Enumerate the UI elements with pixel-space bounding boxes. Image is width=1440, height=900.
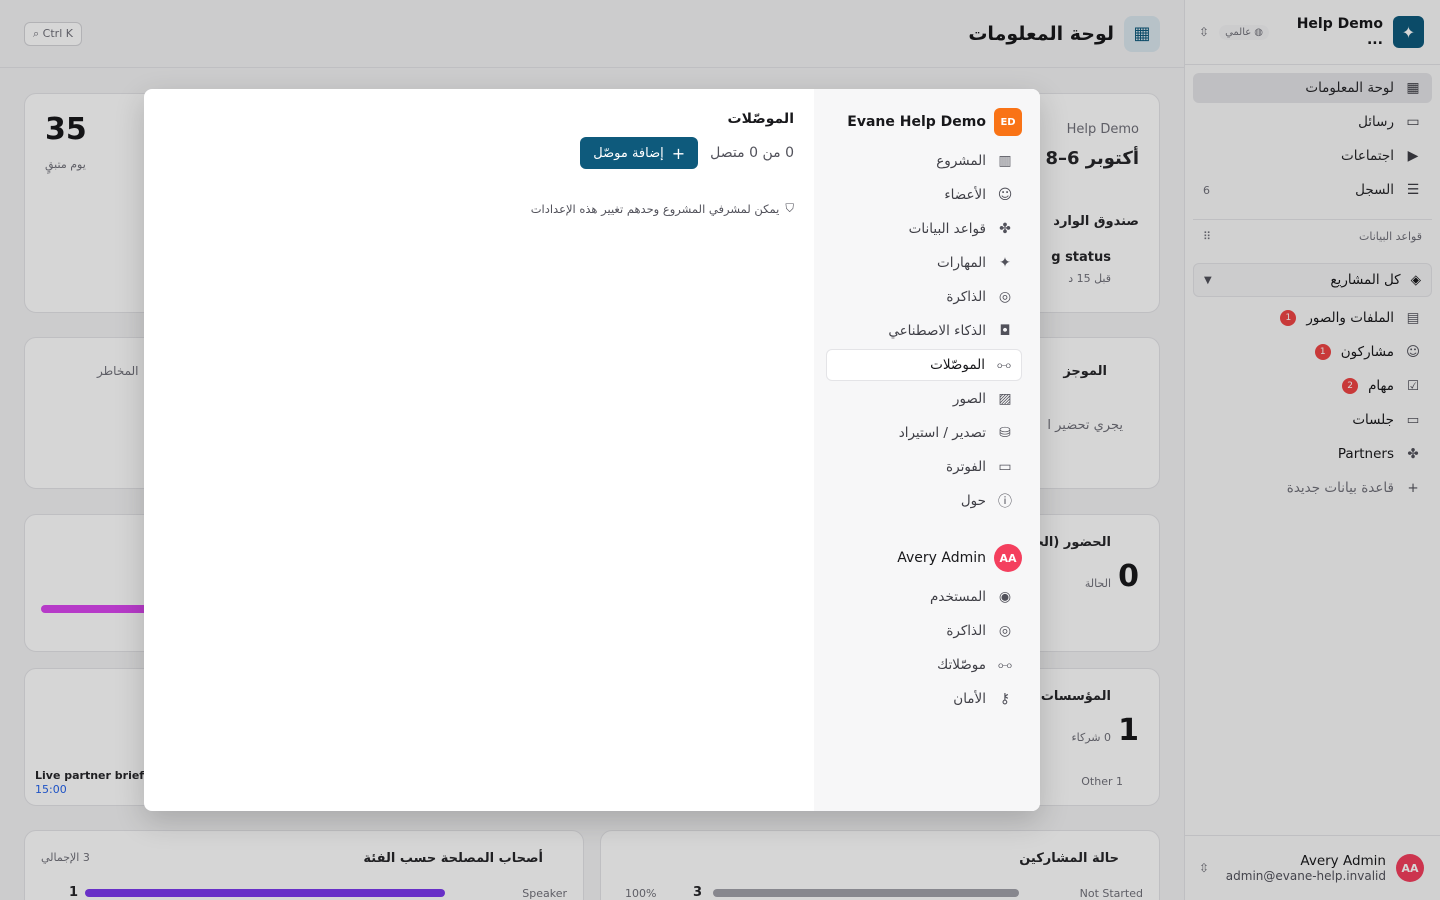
key-icon: ⚷ <box>999 691 1011 707</box>
images-icon: ▨ <box>998 391 1012 407</box>
building-icon: ▥ <box>998 153 1012 169</box>
settings-item-databases[interactable]: ✤ قواعد البيانات <box>826 213 1022 245</box>
bot-icon: ◘ <box>999 323 1011 339</box>
settings-item-members[interactable]: ☺ الأعضاء <box>826 179 1022 211</box>
sparkles-icon: ✦ <box>999 255 1011 271</box>
users-icon: ☺ <box>997 187 1013 203</box>
connectors-panel: الموصّلات 0 من 0 متصل + إضافة موصّل ⛉ يم… <box>144 89 814 811</box>
settings-modal: ED Evane Help Demo ▥ المشروع ☺ الأعضاء ✤ قو… <box>144 89 1040 811</box>
settings-sidebar: ED Evane Help Demo ▥ المشروع ☺ الأعضاء ✤ قو… <box>814 89 1040 811</box>
info-icon: ⓘ <box>998 494 1012 510</box>
settings-item-project[interactable]: ▥ المشروع <box>826 145 1022 177</box>
settings-item-about[interactable]: ⓘ حول <box>826 485 1022 517</box>
settings-user-name: Avery Admin <box>897 550 986 566</box>
settings-item-ai[interactable]: ◘ الذكاء الاصطناعي <box>826 315 1022 347</box>
panel-title: الموصّلات <box>727 111 794 127</box>
settings-user-header: AA Avery Admin <box>826 543 1022 573</box>
settings-item-user[interactable]: ◉ المستخدم <box>826 581 1022 613</box>
project-name: Evane Help Demo <box>847 114 986 130</box>
databases-icon: ✤ <box>999 221 1011 237</box>
connectors-toolbar: 0 من 0 متصل + إضافة موصّل <box>164 137 794 169</box>
settings-item-security[interactable]: ⚷ الأمان <box>826 683 1022 715</box>
connected-count: 0 من 0 متصل <box>710 145 794 161</box>
user-circle-icon: ◉ <box>998 589 1012 605</box>
settings-item-skills[interactable]: ✦ المهارات <box>826 247 1022 279</box>
plus-icon: + <box>671 143 686 163</box>
admin-only-note: ⛉ يمكن لمشرفي المشروع وحدهم تغيير هذه ال… <box>530 201 794 216</box>
settings-item-memory[interactable]: ◎ الذاكرة <box>826 281 1022 313</box>
settings-item-your-connectors[interactable]: ⧟ موصّلاتك <box>826 649 1022 681</box>
credit-card-icon: ▭ <box>998 459 1012 475</box>
settings-item-user-memory[interactable]: ◎ الذاكرة <box>826 615 1022 647</box>
shield-icon: ⛉ <box>785 201 794 215</box>
brain-icon: ◎ <box>998 623 1012 639</box>
settings-item-images[interactable]: ▨ الصور <box>826 383 1022 415</box>
connectors-icon: ⧟ <box>998 657 1012 673</box>
project-avatar: ED <box>994 108 1022 136</box>
settings-item-export-import[interactable]: ⛁ تصدير / استيراد <box>826 417 1022 449</box>
settings-item-billing[interactable]: ▭ الفوترة <box>826 451 1022 483</box>
settings-item-connectors[interactable]: ⧟ الموصّلات <box>826 349 1022 381</box>
connectors-icon: ⧟ <box>997 357 1011 373</box>
brain-icon: ◎ <box>998 289 1012 305</box>
avatar: AA <box>994 544 1022 572</box>
database-export-icon: ⛁ <box>999 425 1011 441</box>
settings-project-header: ED Evane Help Demo <box>826 107 1022 137</box>
add-connector-button[interactable]: + إضافة موصّل <box>580 137 699 169</box>
